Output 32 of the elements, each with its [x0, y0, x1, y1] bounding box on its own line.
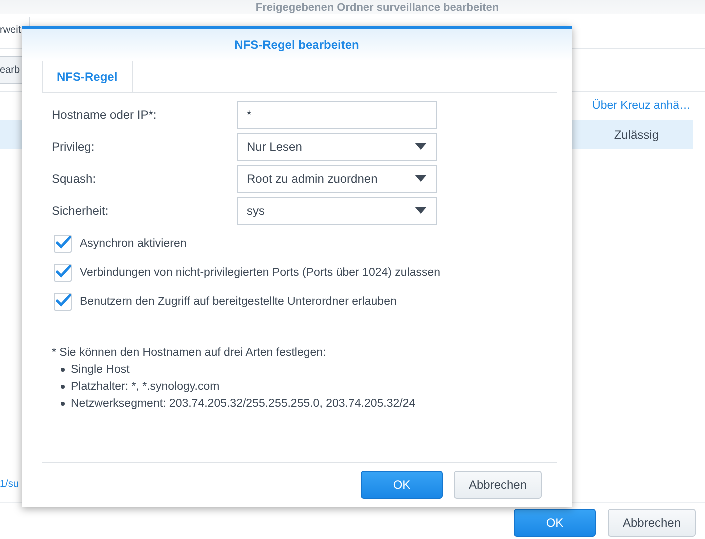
bullet-text: Netzwerksegment: 203.74.205.32/255.255.255.0, 203.74.205.32/24 [71, 398, 416, 410]
checkbox-label: Benutzern den Zugriff auf bereitgestellte Unterordner erlauben [80, 296, 397, 308]
column-header[interactable]: Über Kreuz anhä… [592, 100, 691, 112]
checkbox[interactable] [54, 293, 72, 311]
link[interactable]: 1/su [0, 478, 19, 490]
window-title: Freigegebenen Ordner surveillance bearbeiten [254, 2, 500, 14]
dropdown[interactable]: sys [237, 196, 437, 224]
bullet-icon [61, 385, 65, 389]
tab[interactable]: NFS-Regel [42, 61, 133, 92]
checkbox[interactable] [54, 264, 72, 282]
bullet-text: Platzhalter: *, *.synology.com [71, 381, 220, 393]
bullet-icon [61, 402, 65, 406]
bullet-icon [61, 368, 65, 372]
text-field[interactable]: * [237, 100, 437, 128]
dropdown[interactable]: Root zu admin zuordnen [237, 164, 437, 192]
note-text: * Sie können den Hostnamen auf drei Arten festlegen: [52, 347, 328, 359]
checkbox-label: Asynchron aktivieren [80, 238, 187, 250]
caret-icon [415, 175, 427, 182]
dialog-button[interactable]: Abbrechen [454, 471, 542, 499]
dialog-button[interactable]: Abbrechen [608, 509, 696, 537]
table-cell: Zulässig [614, 128, 659, 142]
field-label: Hostname oder IP*: [52, 108, 158, 122]
field-label: Privileg: [52, 140, 96, 154]
checkbox-label: Verbindungen von nicht-privilegierten Ports (Ports über 1024) zulassen [80, 267, 441, 279]
dropdown[interactable]: Nur Lesen [237, 132, 437, 160]
caret-icon [415, 207, 427, 214]
checkbox[interactable] [54, 235, 72, 253]
bullet-text: Single Host [71, 364, 130, 376]
dialog-title: NFS-Regel bearbeiten [234, 38, 360, 52]
field-label: Sicherheit: [52, 204, 110, 218]
field-label: Squash: [52, 172, 98, 186]
caret-icon [415, 143, 427, 150]
